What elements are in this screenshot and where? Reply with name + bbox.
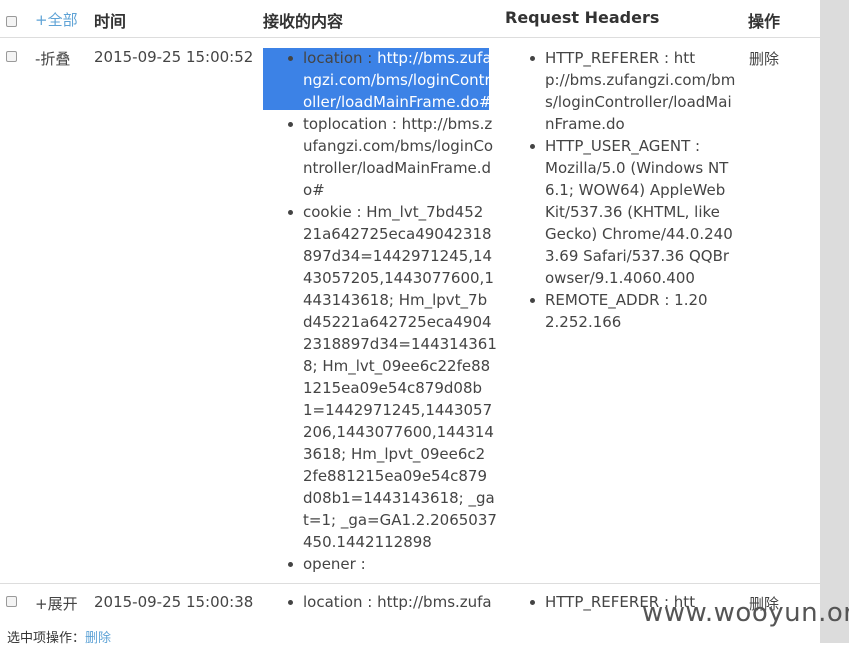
list-item-text-line: Gecko) Chrome/44.0.240	[545, 225, 733, 243]
list-item: toplocation : http://bms.z ufangzi.com/bm…	[288, 113, 497, 201]
list-item-text-line: 450.1442112898	[303, 533, 432, 551]
header-divider	[0, 37, 820, 38]
received-content-list: location : http://bms.zufa	[288, 591, 492, 613]
list-item-text-line: o#	[303, 181, 325, 199]
col-header-action: 操作	[748, 12, 781, 31]
expand-all-link[interactable]: +全部	[35, 9, 78, 30]
list-item-text-line: ntroller/loadMainFrame.d	[303, 159, 492, 177]
list-item-text-line: Mozilla/5.0 (Windows NT	[545, 159, 729, 177]
collapse-row-link[interactable]: -折叠	[35, 48, 70, 69]
row-checkbox[interactable]	[6, 596, 17, 607]
list-item-text-line: Kit/537.36 (KHTML, like	[545, 203, 720, 221]
list-item-text-line: location : http://bms.zufa	[303, 49, 492, 67]
list-item-text-line: 3618; Hm_lpvt_09ee6c2	[303, 445, 486, 463]
list-item-text-line: 1215ea09e54c879d08b	[303, 379, 483, 397]
col-header-request-headers: Request Headers	[505, 8, 660, 27]
list-item-text-line: 897d34=1442971245,14	[303, 247, 493, 265]
list-item: REMOTE_ADDR : 1.20 2.252.166	[529, 289, 735, 333]
list-item: cookie : Hm_lvt_7bd452 21a642725eca490423…	[288, 201, 497, 553]
select-all-checkbox[interactable]	[6, 16, 17, 27]
bulk-action-label: 选中项操作：	[7, 631, 86, 646]
list-item-text-line: 443143618; Hm_lpvt_7b	[303, 291, 488, 309]
bulk-action-bar: 选中项操作：删除	[7, 627, 111, 646]
row-timestamp: 2015-09-25 15:00:38	[94, 593, 254, 611]
row-checkbox[interactable]	[6, 51, 17, 62]
list-item: HTTP_USER_AGENT : Mozilla/5.0 (Windows NT…	[529, 135, 735, 289]
row-timestamp: 2015-09-25 15:00:52	[94, 48, 254, 66]
list-item-text-line: nFrame.do	[545, 115, 625, 133]
list-item-text-line: REMOTE_ADDR : 1.20	[545, 291, 708, 309]
list-item-text-line: 3.69 Safari/537.36 QQBr	[545, 247, 730, 265]
list-item-text-line: p://bms.zufangzi.com/bm	[545, 71, 736, 89]
list-item-text-line: 8; Hm_lvt_09ee6c22fe88	[303, 357, 491, 375]
list-item-text-line: 6.1; WOW64) AppleWeb	[545, 181, 726, 199]
list-item-text-line: cookie : Hm_lvt_7bd452	[303, 203, 484, 221]
list-item-text-line: 21a642725eca49042318	[303, 225, 492, 243]
list-item-text-line: t=1; _ga=GA1.2.2065037	[303, 511, 497, 529]
list-item-text-line: 2.252.166	[545, 313, 622, 331]
watermark: www.wooyun.org	[642, 598, 849, 628]
request-headers-list: HTTP_REFERER : htt p://bms.zufangzi.com/b…	[529, 47, 736, 333]
list-item-text-line: 2fe881215ea09e54c879	[303, 467, 488, 485]
list-item-text-line: ngzi.com/bms/loginContr	[303, 71, 491, 89]
bulk-delete-link[interactable]: 删除	[85, 631, 111, 646]
received-content-list: location : http://bms.zufa ngzi.com/bms/l…	[288, 47, 497, 575]
list-item-text-line: 43057205,1443077600,1	[303, 269, 494, 287]
list-item-text-line: ufangzi.com/bms/loginCo	[303, 137, 494, 155]
list-item-text-line: 206,1443077600,144314	[303, 423, 494, 441]
list-item: opener :	[288, 553, 497, 575]
row-divider	[0, 583, 820, 584]
list-item-text-line: s/loginController/loadMai	[545, 93, 732, 111]
list-item-text-line: owser/9.1.4060.400	[545, 269, 695, 287]
list-item-text-line: opener :	[303, 555, 366, 573]
list-item-text-line: HTTP_REFERER : htt	[545, 49, 696, 67]
list-item-text-line: 1=1442971245,1443057	[303, 401, 493, 419]
list-item-text-line: d08b1=1443143618; _ga	[303, 489, 495, 507]
col-header-content: 接收的内容	[263, 12, 344, 31]
list-item: location : http://bms.zufa	[288, 593, 492, 611]
list-item: location : http://bms.zufa ngzi.com/bms/l…	[288, 47, 497, 113]
delete-row-link[interactable]: 删除	[749, 48, 779, 69]
list-item-text-line: 2318897d34=144314361	[303, 335, 497, 353]
expand-row-link[interactable]: +展开	[35, 593, 78, 614]
list-item-text-line: toplocation : http://bms.z	[303, 115, 493, 133]
col-header-time: 时间	[94, 12, 127, 31]
list-item-text-line: oller/loadMainFrame.do#	[303, 93, 492, 111]
vertical-scrollbar[interactable]	[820, 0, 849, 643]
list-item: HTTP_REFERER : htt p://bms.zufangzi.com/b…	[529, 47, 736, 135]
list-item-text-line: d45221a642725eca4904	[303, 313, 492, 331]
list-item-text-line: HTTP_USER_AGENT :	[545, 137, 701, 155]
